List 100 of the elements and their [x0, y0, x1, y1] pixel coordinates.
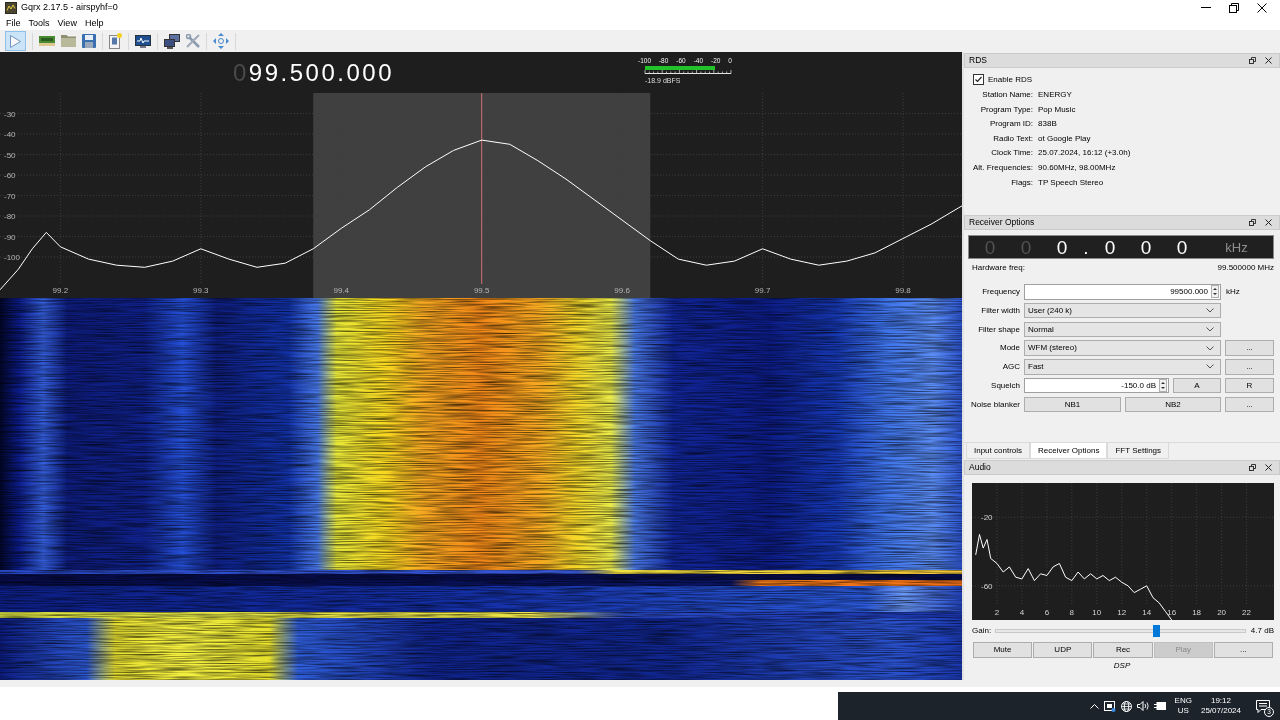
field-label: Program ID:	[988, 118, 1034, 131]
language-text[interactable]: ENG	[1174, 696, 1192, 706]
axis-label: -40	[4, 130, 16, 139]
field-label: Flags:	[1010, 176, 1034, 189]
play-icon	[10, 34, 21, 48]
axis-label: -60	[981, 581, 993, 591]
checkbox[interactable]	[973, 74, 984, 85]
push-button[interactable]: ...	[1225, 396, 1274, 413]
digit-text[interactable]: 0	[1128, 237, 1164, 257]
field-label: Gain:	[972, 626, 992, 636]
axis-label: 99.6	[614, 286, 630, 295]
dropdown-field[interactable]: User (240 k)	[1024, 302, 1221, 319]
menu-item[interactable]: View	[53, 15, 81, 30]
menu-item[interactable]: Help	[80, 15, 108, 30]
clock-date[interactable]: 25/07/2024	[1200, 706, 1241, 716]
monitor-icon[interactable]	[135, 34, 151, 48]
field-label: Filter width	[980, 305, 1020, 316]
float-icon[interactable]	[1249, 464, 1256, 471]
field-label: Radio Text:	[992, 132, 1034, 145]
region-text[interactable]: US	[1174, 706, 1192, 716]
field-value: 90.60MHz, 98.00MHz	[1038, 161, 1117, 174]
dropdown-field[interactable]: Fast	[1024, 359, 1221, 375]
push-button[interactable]: ...	[1213, 642, 1273, 658]
spin-arrows-icon[interactable]	[1159, 379, 1167, 393]
globe-icon[interactable]	[1120, 700, 1132, 712]
axis-label: -80	[4, 212, 16, 221]
tab[interactable]: FFT Settings	[1107, 443, 1170, 459]
number-field[interactable]: 99500.000	[1024, 284, 1221, 300]
speaker-icon[interactable]	[1136, 701, 1149, 711]
float-icon[interactable]	[1249, 57, 1256, 64]
field-label: Hardware freq:	[972, 263, 1025, 273]
unit-label: kHz	[1224, 240, 1249, 254]
digit-text[interactable]: 0	[1164, 237, 1200, 257]
notification-icon[interactable]	[1256, 699, 1270, 713]
restore-icon[interactable]	[1229, 2, 1239, 13]
push-button[interactable]: NB2	[1125, 396, 1221, 413]
play-button[interactable]	[5, 31, 26, 51]
axis-label: 20	[1217, 608, 1227, 617]
checkbox-label[interactable]: Enable RDS	[988, 74, 1033, 85]
chevron-up-icon[interactable]	[1089, 703, 1099, 709]
axis-label: -90	[4, 232, 16, 242]
field-value: ENERGY	[1038, 89, 1073, 101]
field-value: Pop Music	[1038, 103, 1077, 116]
push-button[interactable]: A	[1173, 378, 1221, 394]
axis-label: 12	[1117, 608, 1127, 617]
battery-icon[interactable]	[1153, 702, 1166, 710]
axis-label: 99.8	[895, 286, 911, 295]
menu-item[interactable]: File	[2, 15, 25, 30]
unit-label: kHz	[1225, 286, 1241, 297]
push-button[interactable]: UDP	[1033, 642, 1093, 658]
push-button[interactable]: ...	[1225, 359, 1274, 375]
tablet-icon[interactable]	[1103, 700, 1116, 712]
digit-text[interactable]: 0	[1044, 237, 1080, 257]
field-value: 4.7 dB	[1250, 626, 1274, 636]
close-icon[interactable]	[1265, 219, 1272, 226]
field-value: ot Google Play	[1038, 132, 1092, 145]
move-arrows-icon[interactable]	[213, 33, 229, 49]
field-label: Noise blanker	[970, 399, 1020, 410]
field-value: 838B	[1038, 118, 1058, 131]
push-button[interactable]: Rec	[1093, 642, 1153, 658]
close-icon[interactable]	[1265, 464, 1272, 471]
push-button[interactable]: Mute	[973, 642, 1033, 658]
push-button[interactable]: ...	[1225, 340, 1274, 356]
axis-label: 2	[994, 608, 1000, 617]
chevron-down-icon	[1206, 364, 1214, 370]
spin-arrows-icon[interactable]	[1211, 285, 1219, 299]
axis-label: 99.4	[333, 286, 350, 295]
axis-label: 10	[1092, 608, 1102, 617]
computers-icon[interactable]	[164, 33, 180, 49]
push-button[interactable]: R	[1225, 378, 1274, 394]
circuit-board-icon[interactable]	[39, 36, 55, 46]
axis-label: 22	[1242, 608, 1251, 617]
frequency-digits[interactable]: 99.500.000	[248, 60, 394, 85]
field-label: Clock Time:	[990, 147, 1034, 160]
menu-item[interactable]: Tools	[24, 15, 54, 30]
tab[interactable]: Input controls	[966, 443, 1031, 459]
chevron-down-icon	[1206, 308, 1214, 314]
close-icon[interactable]	[1265, 57, 1272, 64]
close-icon[interactable]	[1257, 2, 1267, 13]
push-button[interactable]: NB1	[1024, 396, 1121, 413]
tab[interactable]: Receiver Options	[1030, 443, 1108, 459]
document-icon[interactable]	[109, 33, 122, 49]
waterfall-display[interactable]	[0, 298, 962, 680]
decimal-point[interactable]: .	[1080, 237, 1092, 257]
dropdown-field[interactable]: WFM (stereo)	[1024, 340, 1221, 356]
field-value: TP Speech Stereo	[1038, 176, 1105, 189]
axis-label: -60	[4, 171, 16, 180]
field-label: Station Name:	[981, 89, 1034, 101]
axis-label: -30	[4, 109, 16, 119]
float-icon[interactable]	[1249, 219, 1256, 226]
clock-time[interactable]: 19:12	[1200, 696, 1241, 706]
scale-ticks-icon	[644, 69, 732, 74]
axis-label: 8	[1069, 608, 1075, 617]
field-label: AGC	[1001, 362, 1020, 372]
digit-text[interactable]: 0	[1092, 237, 1128, 257]
folder-icon[interactable]	[61, 35, 76, 47]
dropdown-field[interactable]: Normal	[1024, 321, 1221, 338]
slider-thumb[interactable]	[1152, 625, 1160, 637]
number-field[interactable]: -150.0 dB	[1024, 378, 1169, 394]
axis-label: 99.2	[52, 286, 69, 295]
